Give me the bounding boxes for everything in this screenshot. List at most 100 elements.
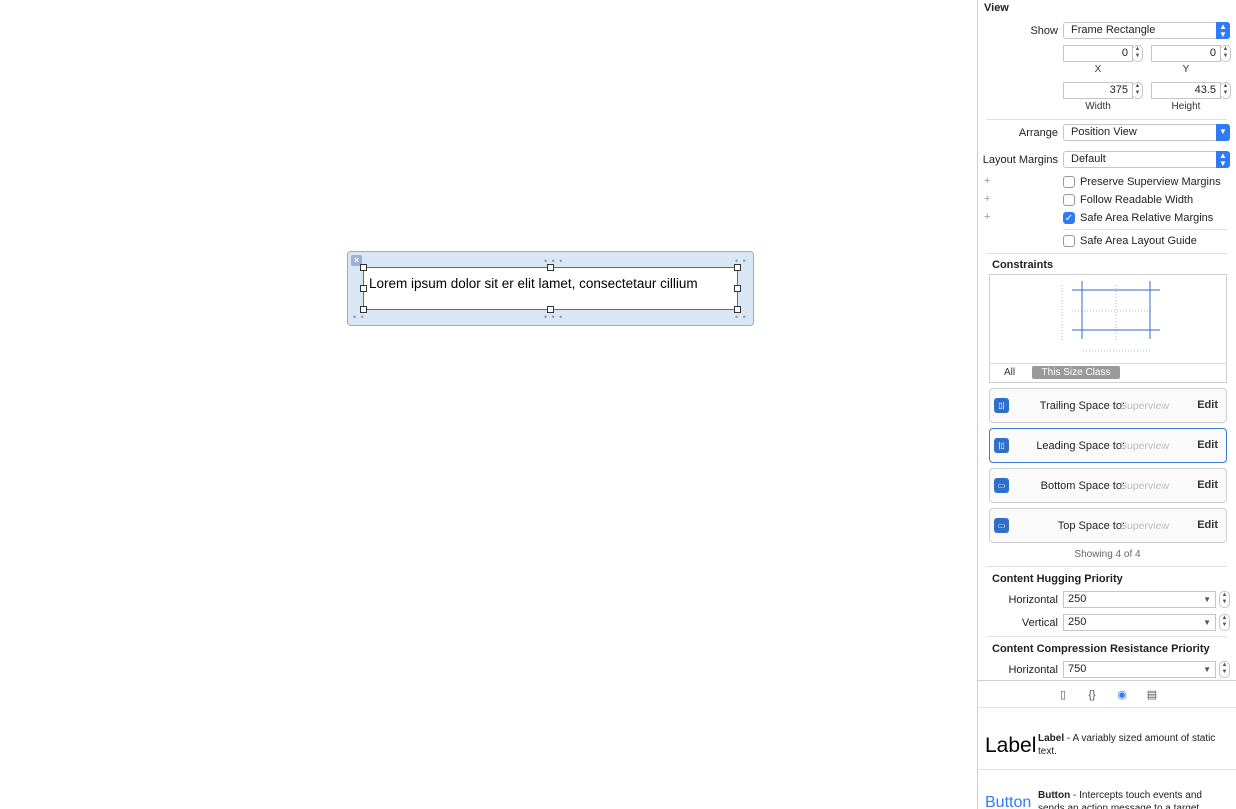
trailing-constraint-icon: ▯| xyxy=(994,398,1009,413)
section-title-view: View xyxy=(984,2,1009,14)
library-tab-bar: ▯ {} ◉ ▤ xyxy=(977,680,1236,708)
chevron-down-icon: ▼ xyxy=(1203,665,1211,674)
hugging-vertical-value: 250 xyxy=(1068,616,1087,628)
resize-handle[interactable] xyxy=(547,264,554,271)
show-popup-value: Frame Rectangle xyxy=(1071,24,1156,36)
constraint-trailing-space[interactable]: ▯| Trailing Space to: Superview Edit xyxy=(989,388,1227,423)
divider xyxy=(990,363,1226,364)
constraint-leading-space[interactable]: |▯ Leading Space to: Superview Edit xyxy=(989,428,1227,463)
constraint-label: Leading Space to: xyxy=(1036,440,1125,452)
y-field[interactable]: 0 xyxy=(1151,45,1221,62)
object-library: Label Label - A variably sized amount of… xyxy=(977,708,1236,809)
checkbox-safe-area-relative-margins[interactable]: ✓ xyxy=(1063,212,1075,224)
y-stepper[interactable]: ▲ ▼ xyxy=(1220,45,1231,62)
section-title-constraints: Constraints xyxy=(992,259,1054,271)
library-item-name: Label xyxy=(1038,733,1065,744)
compression-horizontal-stepper[interactable]: ▲ ▼ xyxy=(1219,661,1230,678)
constraint-target: Superview xyxy=(1120,480,1170,492)
constraints-diagram[interactable]: All This Size Class xyxy=(989,274,1227,383)
hugging-vertical-stepper[interactable]: ▲ ▼ xyxy=(1219,614,1230,631)
compression-horizontal-value: 750 xyxy=(1068,663,1087,675)
resize-handle[interactable] xyxy=(360,285,367,292)
label-text: Lorem ipsum dolor sit er elit lamet, con… xyxy=(369,276,698,291)
height-stepper[interactable]: ▲ ▼ xyxy=(1220,82,1231,99)
checkbox-preserve-superview-margins[interactable] xyxy=(1063,176,1075,188)
width-stepper[interactable]: ▲ ▼ xyxy=(1132,82,1143,99)
edit-button[interactable]: Edit xyxy=(1197,519,1218,531)
constraint-label: Bottom Space to: xyxy=(1040,480,1125,492)
checkbox-label: Safe Area Layout Guide xyxy=(1080,235,1197,247)
resize-handle[interactable] xyxy=(547,306,554,313)
arrange-popup[interactable]: Position View ▼ xyxy=(1063,124,1230,141)
divider xyxy=(986,253,1227,254)
plus-icon[interactable]: + xyxy=(984,175,990,187)
width-caption: Width xyxy=(1085,101,1111,112)
edit-button[interactable]: Edit xyxy=(1197,479,1218,491)
constraint-bottom-space[interactable]: ▭ Bottom Space to: Superview Edit xyxy=(989,468,1227,503)
chevron-down-icon: ▼ xyxy=(1203,618,1211,627)
media-library-icon[interactable]: ▤ xyxy=(1145,688,1159,702)
y-caption: Y xyxy=(1182,64,1190,75)
resize-dots-icon: • • xyxy=(735,312,747,322)
checkbox-follow-readable-width[interactable] xyxy=(1063,194,1075,206)
constraint-label: Top Space to: xyxy=(1057,520,1125,532)
x-caption: X xyxy=(1094,64,1102,75)
table-view-cell-scene[interactable]: × • • • • • • • • • • • • Lorem ipsum do… xyxy=(347,251,754,326)
constraint-target: Superview xyxy=(1120,400,1170,412)
checkbox-label: Safe Area Relative Margins xyxy=(1080,212,1214,224)
constraint-target: Superview xyxy=(1120,440,1170,452)
label-preview: Label xyxy=(985,734,1037,757)
chevron-updown-icon: ▲ ▼ xyxy=(1216,151,1230,168)
plus-icon[interactable]: + xyxy=(984,193,990,205)
constraints-count: Showing 4 of 4 xyxy=(1074,549,1141,560)
object-library-icon[interactable]: ◉ xyxy=(1115,688,1129,702)
edit-button[interactable]: Edit xyxy=(1197,439,1218,451)
checkbox-safe-area-layout-guide[interactable] xyxy=(1063,235,1075,247)
plus-icon[interactable]: + xyxy=(984,211,990,223)
hugging-horizontal-label: Horizontal xyxy=(1008,594,1058,606)
hugging-vertical-label: Vertical xyxy=(1021,617,1058,629)
resize-handle[interactable] xyxy=(734,306,741,313)
chevron-updown-icon: ▲ ▼ xyxy=(1216,22,1230,39)
compression-horizontal-combo[interactable]: 750 ▼ xyxy=(1063,661,1216,678)
segment-this-size-class[interactable]: This Size Class xyxy=(1032,366,1120,379)
x-field[interactable]: 0 xyxy=(1063,45,1133,62)
top-constraint-icon: ▭ xyxy=(994,518,1009,533)
section-title-compression: Content Compression Resistance Priority xyxy=(992,643,1210,655)
layout-margins-popup[interactable]: Default ▲ ▼ xyxy=(1063,151,1230,168)
checkbox-label: Preserve Superview Margins xyxy=(1080,176,1221,188)
edit-button[interactable]: Edit xyxy=(1197,399,1218,411)
hugging-horizontal-stepper[interactable]: ▲ ▼ xyxy=(1219,591,1230,608)
checkbox-label: Follow Readable Width xyxy=(1080,194,1194,206)
width-field[interactable]: 375 xyxy=(1063,82,1133,99)
library-item-description: Button - Intercepts touch events and sen… xyxy=(1038,789,1230,809)
height-caption: Height xyxy=(1171,101,1201,112)
hugging-horizontal-combo[interactable]: 250 ▼ xyxy=(1063,591,1216,608)
library-item-button[interactable]: Button Button - Intercepts touch events … xyxy=(978,770,1236,809)
storyboard-canvas[interactable]: × • • • • • • • • • • • • Lorem ipsum do… xyxy=(0,0,977,809)
segment-all[interactable]: All xyxy=(1004,367,1015,378)
layout-margins-popup-value: Default xyxy=(1071,153,1106,165)
code-braces-icon[interactable]: {} xyxy=(1085,688,1099,702)
arrange-popup-value: Position View xyxy=(1071,126,1137,138)
file-icon[interactable]: ▯ xyxy=(1056,688,1070,702)
x-stepper[interactable]: ▲ ▼ xyxy=(1132,45,1143,62)
resize-handle[interactable] xyxy=(360,264,367,271)
show-label: Show xyxy=(1030,25,1058,37)
height-field[interactable]: 43.5 xyxy=(1151,82,1221,99)
show-popup[interactable]: Frame Rectangle ▲ ▼ xyxy=(1063,22,1230,39)
hugging-vertical-combo[interactable]: 250 ▼ xyxy=(1063,614,1216,631)
leading-constraint-icon: |▯ xyxy=(994,438,1009,453)
resize-dots-icon: • • xyxy=(353,312,365,322)
resize-dots-icon: • • • xyxy=(544,312,564,322)
resize-handle[interactable] xyxy=(734,264,741,271)
selected-label[interactable]: Lorem ipsum dolor sit er elit lamet, con… xyxy=(363,267,738,310)
library-item-description: Label - A variably sized amount of stati… xyxy=(1038,732,1230,758)
resize-handle[interactable] xyxy=(360,306,367,313)
resize-handle[interactable] xyxy=(734,285,741,292)
divider xyxy=(986,119,1227,120)
library-item-name: Button xyxy=(1038,790,1071,801)
constraint-top-space[interactable]: ▭ Top Space to: Superview Edit xyxy=(989,508,1227,543)
library-item-label[interactable]: Label Label - A variably sized amount of… xyxy=(978,713,1236,770)
bottom-constraint-icon: ▭ xyxy=(994,478,1009,493)
